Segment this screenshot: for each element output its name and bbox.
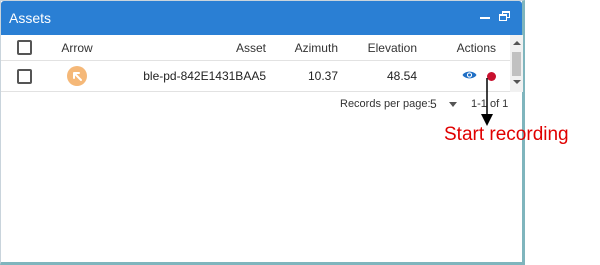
assets-table: Arrow Asset Azimuth Elevation Actions bl… bbox=[1, 35, 510, 92]
diagonal-arrow-up-left-icon bbox=[67, 66, 87, 86]
header-azimuth[interactable]: Azimuth bbox=[295, 35, 338, 60]
pagination-footer: Records per page: 5 1-1 of 1 bbox=[1, 92, 510, 116]
start-recording-annotation: Start recording bbox=[444, 124, 569, 145]
chevron-down-icon[interactable] bbox=[449, 102, 457, 107]
table-header-row: Arrow Asset Azimuth Elevation Actions bbox=[1, 35, 510, 61]
minimize-icon[interactable] bbox=[479, 10, 493, 24]
scroll-up-icon[interactable] bbox=[513, 41, 521, 45]
panel-titlebar: Assets bbox=[1, 1, 522, 35]
records-per-page-label: Records per page: bbox=[340, 98, 431, 110]
callout-arrow-icon bbox=[481, 78, 493, 126]
scroll-down-icon[interactable] bbox=[513, 80, 521, 84]
panel-title: Assets bbox=[9, 10, 52, 26]
arrow-cell bbox=[59, 61, 95, 91]
select-all-cell bbox=[17, 35, 32, 60]
scrollbar-thumb[interactable] bbox=[512, 52, 521, 76]
select-all-checkbox[interactable] bbox=[17, 40, 32, 55]
row-select-cell bbox=[17, 61, 32, 91]
azimuth-value: 10.37 bbox=[307, 69, 338, 83]
header-arrow[interactable]: Arrow bbox=[59, 35, 95, 60]
table-scrollbar[interactable] bbox=[510, 35, 523, 92]
asset-name: ble-pd-842E1431BAA5 bbox=[143, 69, 266, 83]
header-actions: Actions bbox=[456, 40, 496, 55]
header-elevation[interactable]: Elevation bbox=[368, 35, 417, 60]
header-asset[interactable]: Asset bbox=[236, 35, 266, 60]
elevation-value: 48.54 bbox=[386, 69, 417, 83]
table-row[interactable]: ble-pd-842E1431BAA5 10.37 48.54 bbox=[1, 61, 510, 92]
records-per-page-select[interactable]: 5 bbox=[430, 97, 437, 111]
restore-window-icon[interactable] bbox=[499, 10, 513, 24]
row-checkbox[interactable] bbox=[17, 68, 32, 84]
